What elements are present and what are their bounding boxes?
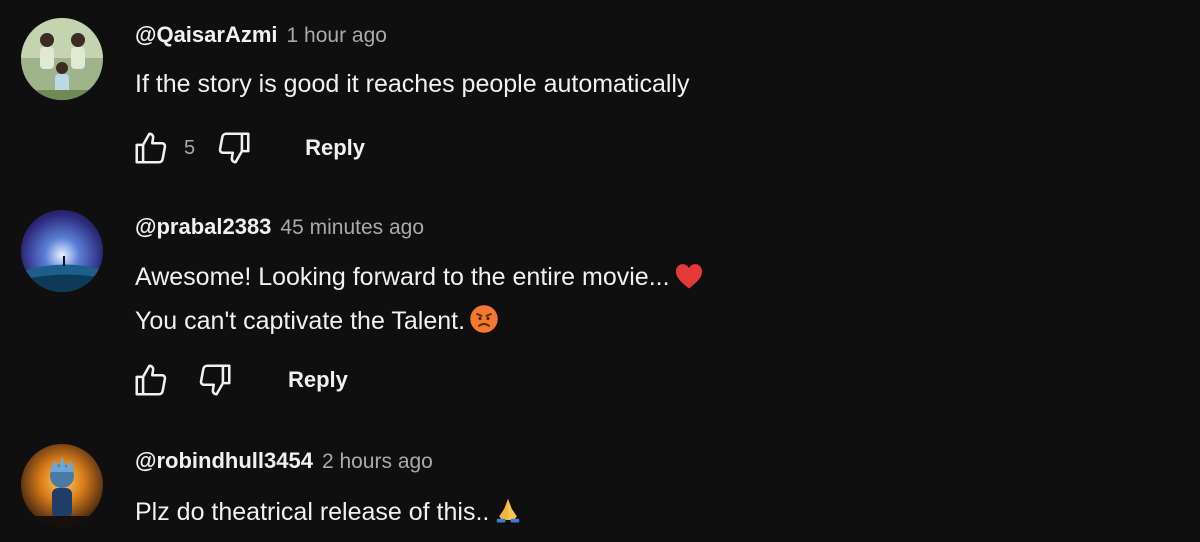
- reply-button[interactable]: Reply: [288, 367, 348, 393]
- comment-text-line: Awesome! Looking forward to the entire m…: [135, 262, 704, 297]
- comment-timestamp[interactable]: 2 hours ago: [322, 450, 433, 474]
- angry-face-emoji: [469, 304, 499, 341]
- red-heart-emoji: [674, 262, 704, 297]
- comments-section: @QaisarAzmi 1 hour ago If the story is g…: [0, 0, 1200, 542]
- comment-text: You can't captivate the Talent.: [135, 307, 466, 335]
- thumbs-down-icon: [218, 132, 250, 164]
- comment-author[interactable]: @QaisarAzmi: [135, 22, 278, 48]
- thumbs-up-icon: [135, 132, 167, 164]
- comment-author[interactable]: @prabal2383: [135, 214, 271, 240]
- comment-text-line: Plz do theatrical release of this..: [135, 495, 523, 532]
- like-count: 5: [184, 136, 196, 159]
- comment-text-line: You can't captivate the Talent.: [135, 304, 499, 341]
- comment-timestamp[interactable]: 45 minutes ago: [280, 216, 424, 240]
- comment-header: @QaisarAzmi 1 hour ago: [135, 22, 387, 52]
- comment-text: Awesome! Looking forward to the entire m…: [135, 263, 670, 291]
- avatar[interactable]: [21, 444, 103, 526]
- comment-actions: Reply: [132, 360, 348, 400]
- like-button[interactable]: [132, 129, 170, 167]
- like-button[interactable]: [132, 361, 170, 399]
- avatar[interactable]: [21, 18, 103, 100]
- folded-hands-emoji: [493, 495, 523, 532]
- comment-actions: 5 Reply: [132, 128, 365, 168]
- avatar[interactable]: [21, 210, 103, 292]
- comment-header: @robindhull3454 2 hours ago: [135, 448, 433, 478]
- thumbs-up-icon: [135, 364, 167, 396]
- comment-author[interactable]: @robindhull3454: [135, 448, 313, 474]
- dislike-button[interactable]: [215, 129, 253, 167]
- reply-button[interactable]: Reply: [305, 135, 365, 161]
- comment-header: @prabal2383 45 minutes ago: [135, 214, 424, 244]
- comment-text: Plz do theatrical release of this..: [135, 498, 490, 526]
- comment-text: If the story is good it reaches people a…: [135, 70, 690, 98]
- comment-timestamp[interactable]: 1 hour ago: [287, 24, 387, 48]
- thumbs-down-icon: [199, 364, 231, 396]
- dislike-button[interactable]: [196, 361, 234, 399]
